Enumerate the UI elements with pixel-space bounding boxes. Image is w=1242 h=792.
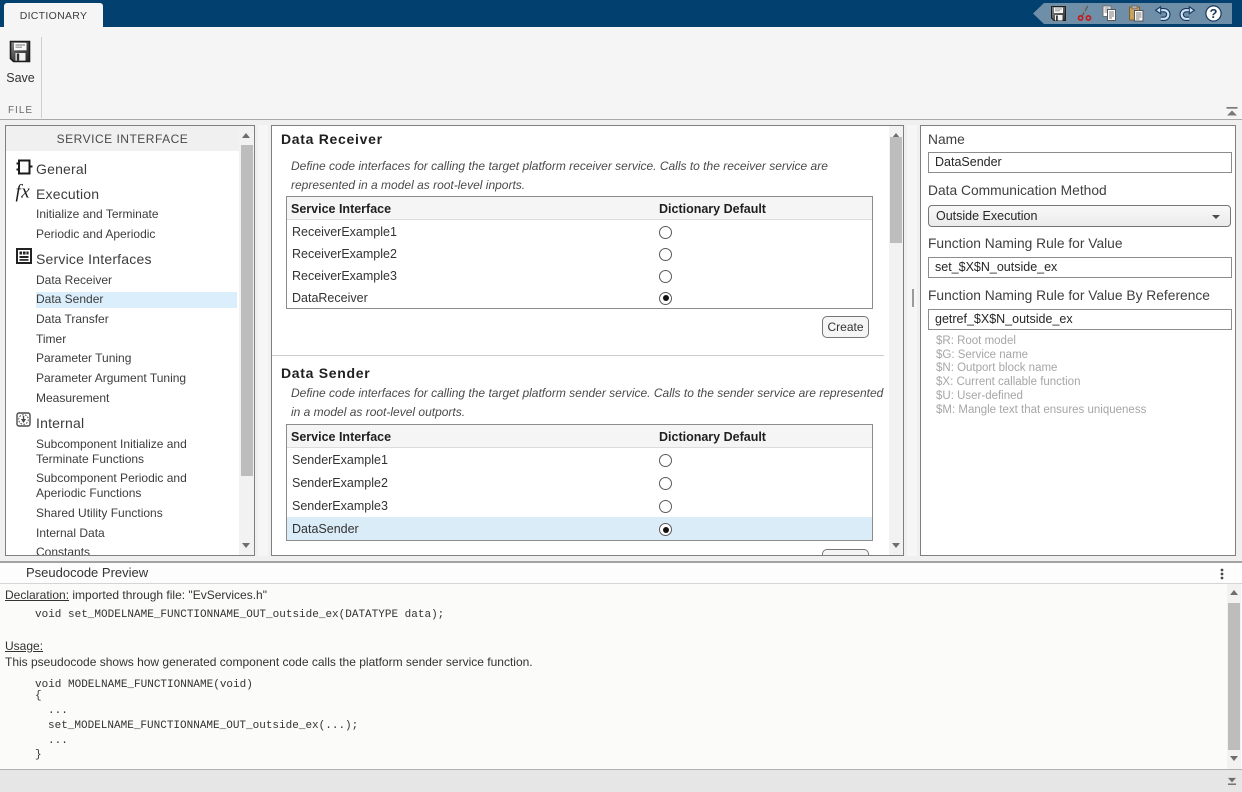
svg-text:fx: fx: [16, 182, 31, 202]
svg-text:?: ?: [1210, 6, 1218, 21]
